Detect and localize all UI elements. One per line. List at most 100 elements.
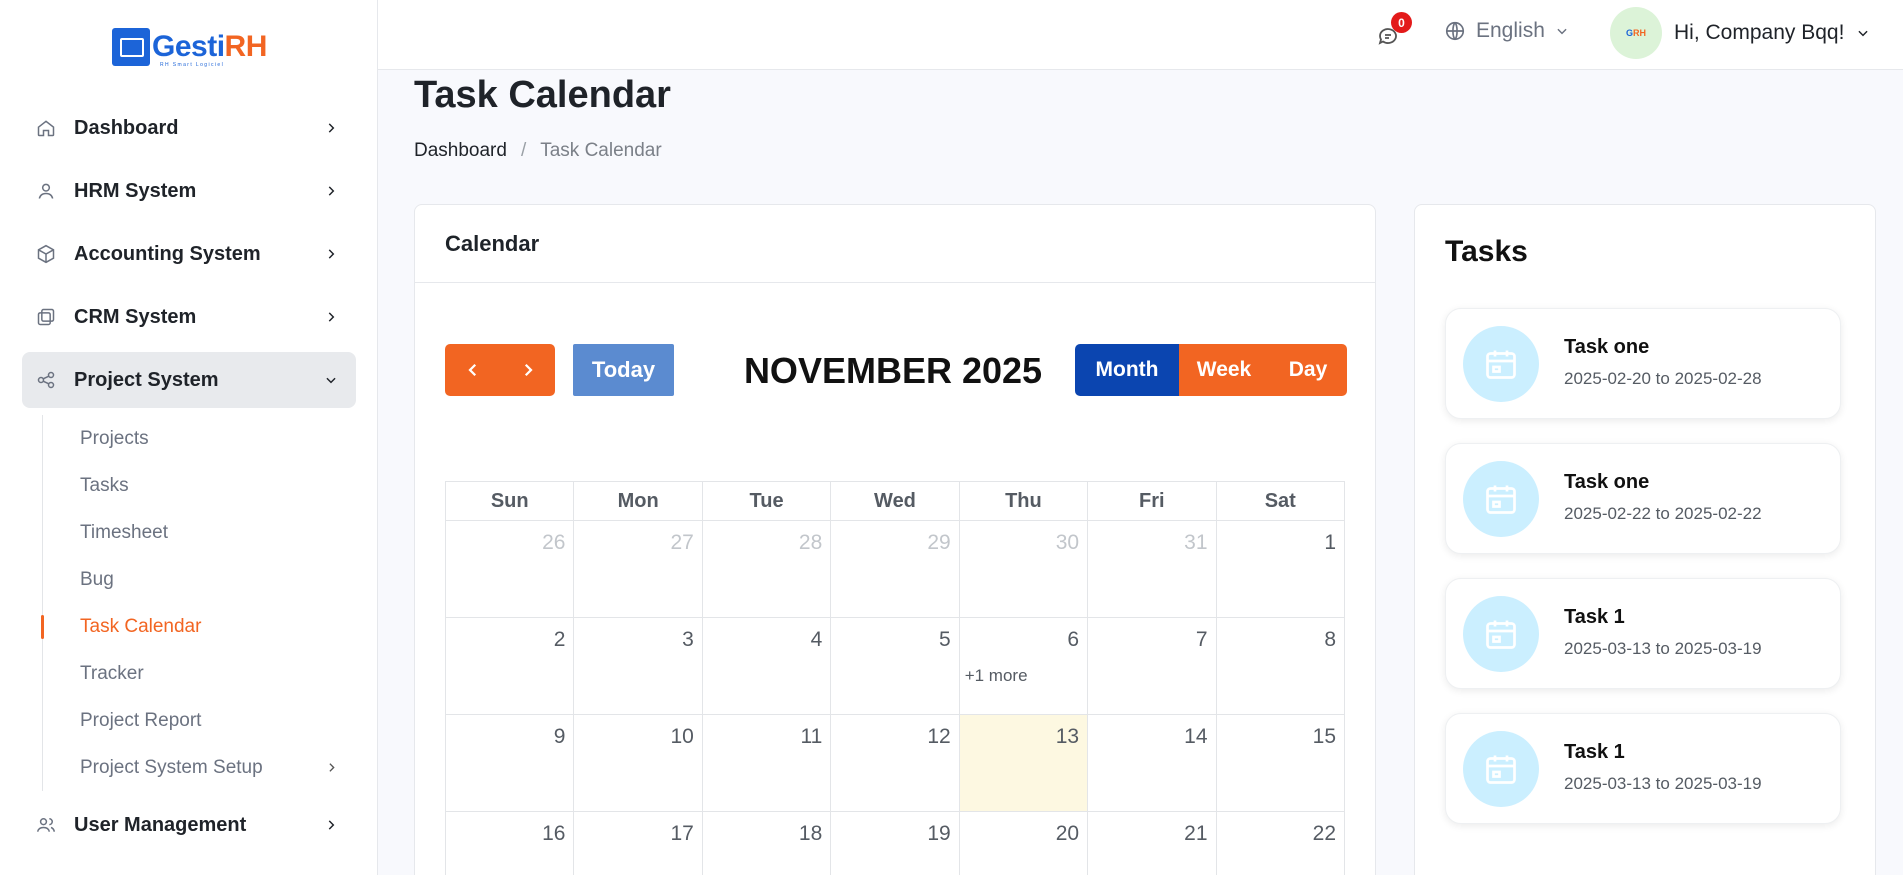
home-icon <box>36 118 56 138</box>
calendar-day-cell[interactable]: 13 <box>958 714 1089 812</box>
week-view-button[interactable]: Week <box>1179 344 1269 396</box>
calendar-day-cell[interactable]: 18 <box>701 811 832 875</box>
calendar-day-cell[interactable]: 5 <box>830 617 960 715</box>
logo[interactable]: GestiRH <box>112 28 267 66</box>
calendar-day-cell[interactable]: 4 <box>701 617 832 715</box>
calendar-day-cell[interactable]: 21 <box>1087 811 1217 875</box>
weekday-header-row: Sun Mon Tue Wed Thu Fri Sat <box>444 481 1346 521</box>
calendar-day-cell[interactable]: 7 <box>1087 617 1217 715</box>
sidebar-item-user-management[interactable]: User Management <box>22 797 356 853</box>
calendar-card: Calendar Today NOVEMBER 2025 Month Week … <box>414 204 1376 875</box>
calendar-day-cell[interactable]: 26 <box>444 520 575 618</box>
sidebar-item-label: Dashboard <box>74 116 179 139</box>
next-month-button[interactable] <box>500 344 555 396</box>
sidebar-item-label: Accounting System <box>74 242 261 265</box>
submenu-item-project-report[interactable]: Project Report <box>43 697 356 744</box>
submenu-item-project-system-setup[interactable]: Project System Setup <box>43 744 356 791</box>
calendar-day-cell[interactable]: 31 <box>1087 520 1217 618</box>
more-events-link[interactable]: +1 more <box>965 666 1028 686</box>
submenu-item-tracker[interactable]: Tracker <box>43 650 356 697</box>
calendar-day-cell[interactable]: 10 <box>573 714 703 812</box>
task-item[interactable]: Task one 2025-02-20 to 2025-02-28 <box>1445 308 1841 419</box>
task-item[interactable]: Task 1 2025-03-13 to 2025-03-19 <box>1445 713 1841 824</box>
sidebar-item-accounting-system[interactable]: Accounting System <box>22 226 356 282</box>
weekday-header: Sun <box>444 481 575 521</box>
logo-name-part2: RH <box>224 30 268 63</box>
sidebar-item-hrm-system[interactable]: HRM System <box>22 163 356 219</box>
calendar-day-cell[interactable]: 20 <box>958 811 1089 875</box>
day-number: 28 <box>798 531 823 554</box>
task-item[interactable]: Task one 2025-02-22 to 2025-02-22 <box>1445 443 1841 554</box>
day-number: 17 <box>670 822 694 845</box>
day-number: 9 <box>553 725 566 748</box>
day-number: 20 <box>1055 822 1080 845</box>
day-number: 3 <box>682 628 694 651</box>
language-selector[interactable]: English <box>1444 19 1569 43</box>
day-view-button[interactable]: Day <box>1269 344 1347 396</box>
calendar-icon <box>1463 326 1539 402</box>
day-number: 30 <box>1055 531 1080 554</box>
prev-month-button[interactable] <box>445 344 500 396</box>
calendar-day-cell[interactable]: 1 <box>1215 520 1346 618</box>
calendar-day-cell[interactable]: 6 +1 more <box>958 617 1089 715</box>
weekday-header: Thu <box>958 481 1089 521</box>
calendar-day-cell[interactable]: 2 <box>444 617 575 715</box>
logo-monitor-icon <box>112 28 150 66</box>
calendar-day-cell[interactable]: 29 <box>830 520 960 618</box>
calendar-day-cell[interactable]: 9 <box>444 714 575 812</box>
submenu-item-projects[interactable]: Projects <box>43 415 356 462</box>
message-count-badge: 0 <box>1391 12 1412 33</box>
submenu-item-tasks[interactable]: Tasks <box>43 462 356 509</box>
day-number: 13 <box>1055 725 1080 748</box>
calendar-week-row: 16 17 18 19 20 21 22 <box>444 811 1346 875</box>
share-icon <box>36 370 56 390</box>
calendar-day-cell[interactable]: 19 <box>830 811 960 875</box>
sidebar-item-label: CRM System <box>74 305 197 328</box>
calendar-day-cell[interactable]: 12 <box>830 714 960 812</box>
calendar-day-cell[interactable]: 8 <box>1215 617 1346 715</box>
day-number: 16 <box>542 822 566 845</box>
messages-button[interactable]: 0 <box>1376 12 1412 50</box>
sidebar-item-project-system[interactable]: Project System <box>22 352 356 408</box>
calendar-day-cell[interactable]: 27 <box>573 520 703 618</box>
calendar-day-cell[interactable]: 28 <box>701 520 832 618</box>
calendar-body: 26 27 28 29 30 31 1 2 3 4 5 6 +1 more 7 8 9 10 11 12 13 14 15… <box>444 520 1346 875</box>
calendar-day-cell[interactable]: 16 <box>444 811 575 875</box>
chevron-down-icon <box>326 377 336 384</box>
sidebar: GestiRH RH Smart Logiciel Dashboard HRM … <box>0 0 378 875</box>
submenu-item-bug[interactable]: Bug <box>43 556 356 603</box>
breadcrumb-dashboard-link[interactable]: Dashboard <box>414 140 507 162</box>
calendar-day-cell[interactable]: 30 <box>958 520 1089 618</box>
task-dates: 2025-02-22 to 2025-02-22 <box>1564 504 1762 523</box>
task-dates: 2025-02-20 to 2025-02-28 <box>1564 369 1762 388</box>
task-name: Task 1 <box>1564 741 1625 763</box>
user-menu[interactable]: G RH Hi, Company Bqq! <box>1610 7 1870 59</box>
day-number: 1 <box>1324 531 1336 554</box>
task-dates: 2025-03-13 to 2025-03-19 <box>1564 639 1762 658</box>
day-number: 22 <box>1312 822 1336 845</box>
sidebar-item-dashboard[interactable]: Dashboard <box>22 100 356 156</box>
chevron-right-icon <box>328 312 335 322</box>
logo-name-part1: Gesti <box>152 30 225 63</box>
tasks-card: Tasks Task one 2025-02-20 to 2025-02-28 Ta… <box>1414 204 1876 875</box>
submenu-item-timesheet[interactable]: Timesheet <box>43 509 356 556</box>
users-icon <box>36 815 56 835</box>
topbar: 0 English G RH Hi, Company Bqq! <box>378 0 1903 70</box>
task-item[interactable]: Task 1 2025-03-13 to 2025-03-19 <box>1445 578 1841 689</box>
submenu-item-task-calendar[interactable]: Task Calendar <box>41 603 356 650</box>
calendar-day-cell[interactable]: 11 <box>701 714 832 812</box>
today-button[interactable]: Today <box>573 344 674 396</box>
calendar-day-cell[interactable]: 17 <box>573 811 703 875</box>
chevron-right-icon <box>328 186 335 196</box>
calendar-day-cell[interactable]: 3 <box>573 617 703 715</box>
project-system-submenu: Projects Tasks Timesheet Bug Task Calend… <box>41 415 356 791</box>
day-number: 10 <box>670 725 694 748</box>
calendar-day-cell[interactable]: 14 <box>1087 714 1217 812</box>
month-view-button[interactable]: Month <box>1075 344 1179 396</box>
calendar-day-cell[interactable]: 15 <box>1215 714 1346 812</box>
calendar-week-row: 26 27 28 29 30 31 1 <box>444 520 1346 618</box>
box-icon <box>36 244 56 264</box>
sidebar-item-crm-system[interactable]: CRM System <box>22 289 356 345</box>
calendar-day-cell[interactable]: 22 <box>1215 811 1346 875</box>
day-number: 12 <box>927 725 951 748</box>
